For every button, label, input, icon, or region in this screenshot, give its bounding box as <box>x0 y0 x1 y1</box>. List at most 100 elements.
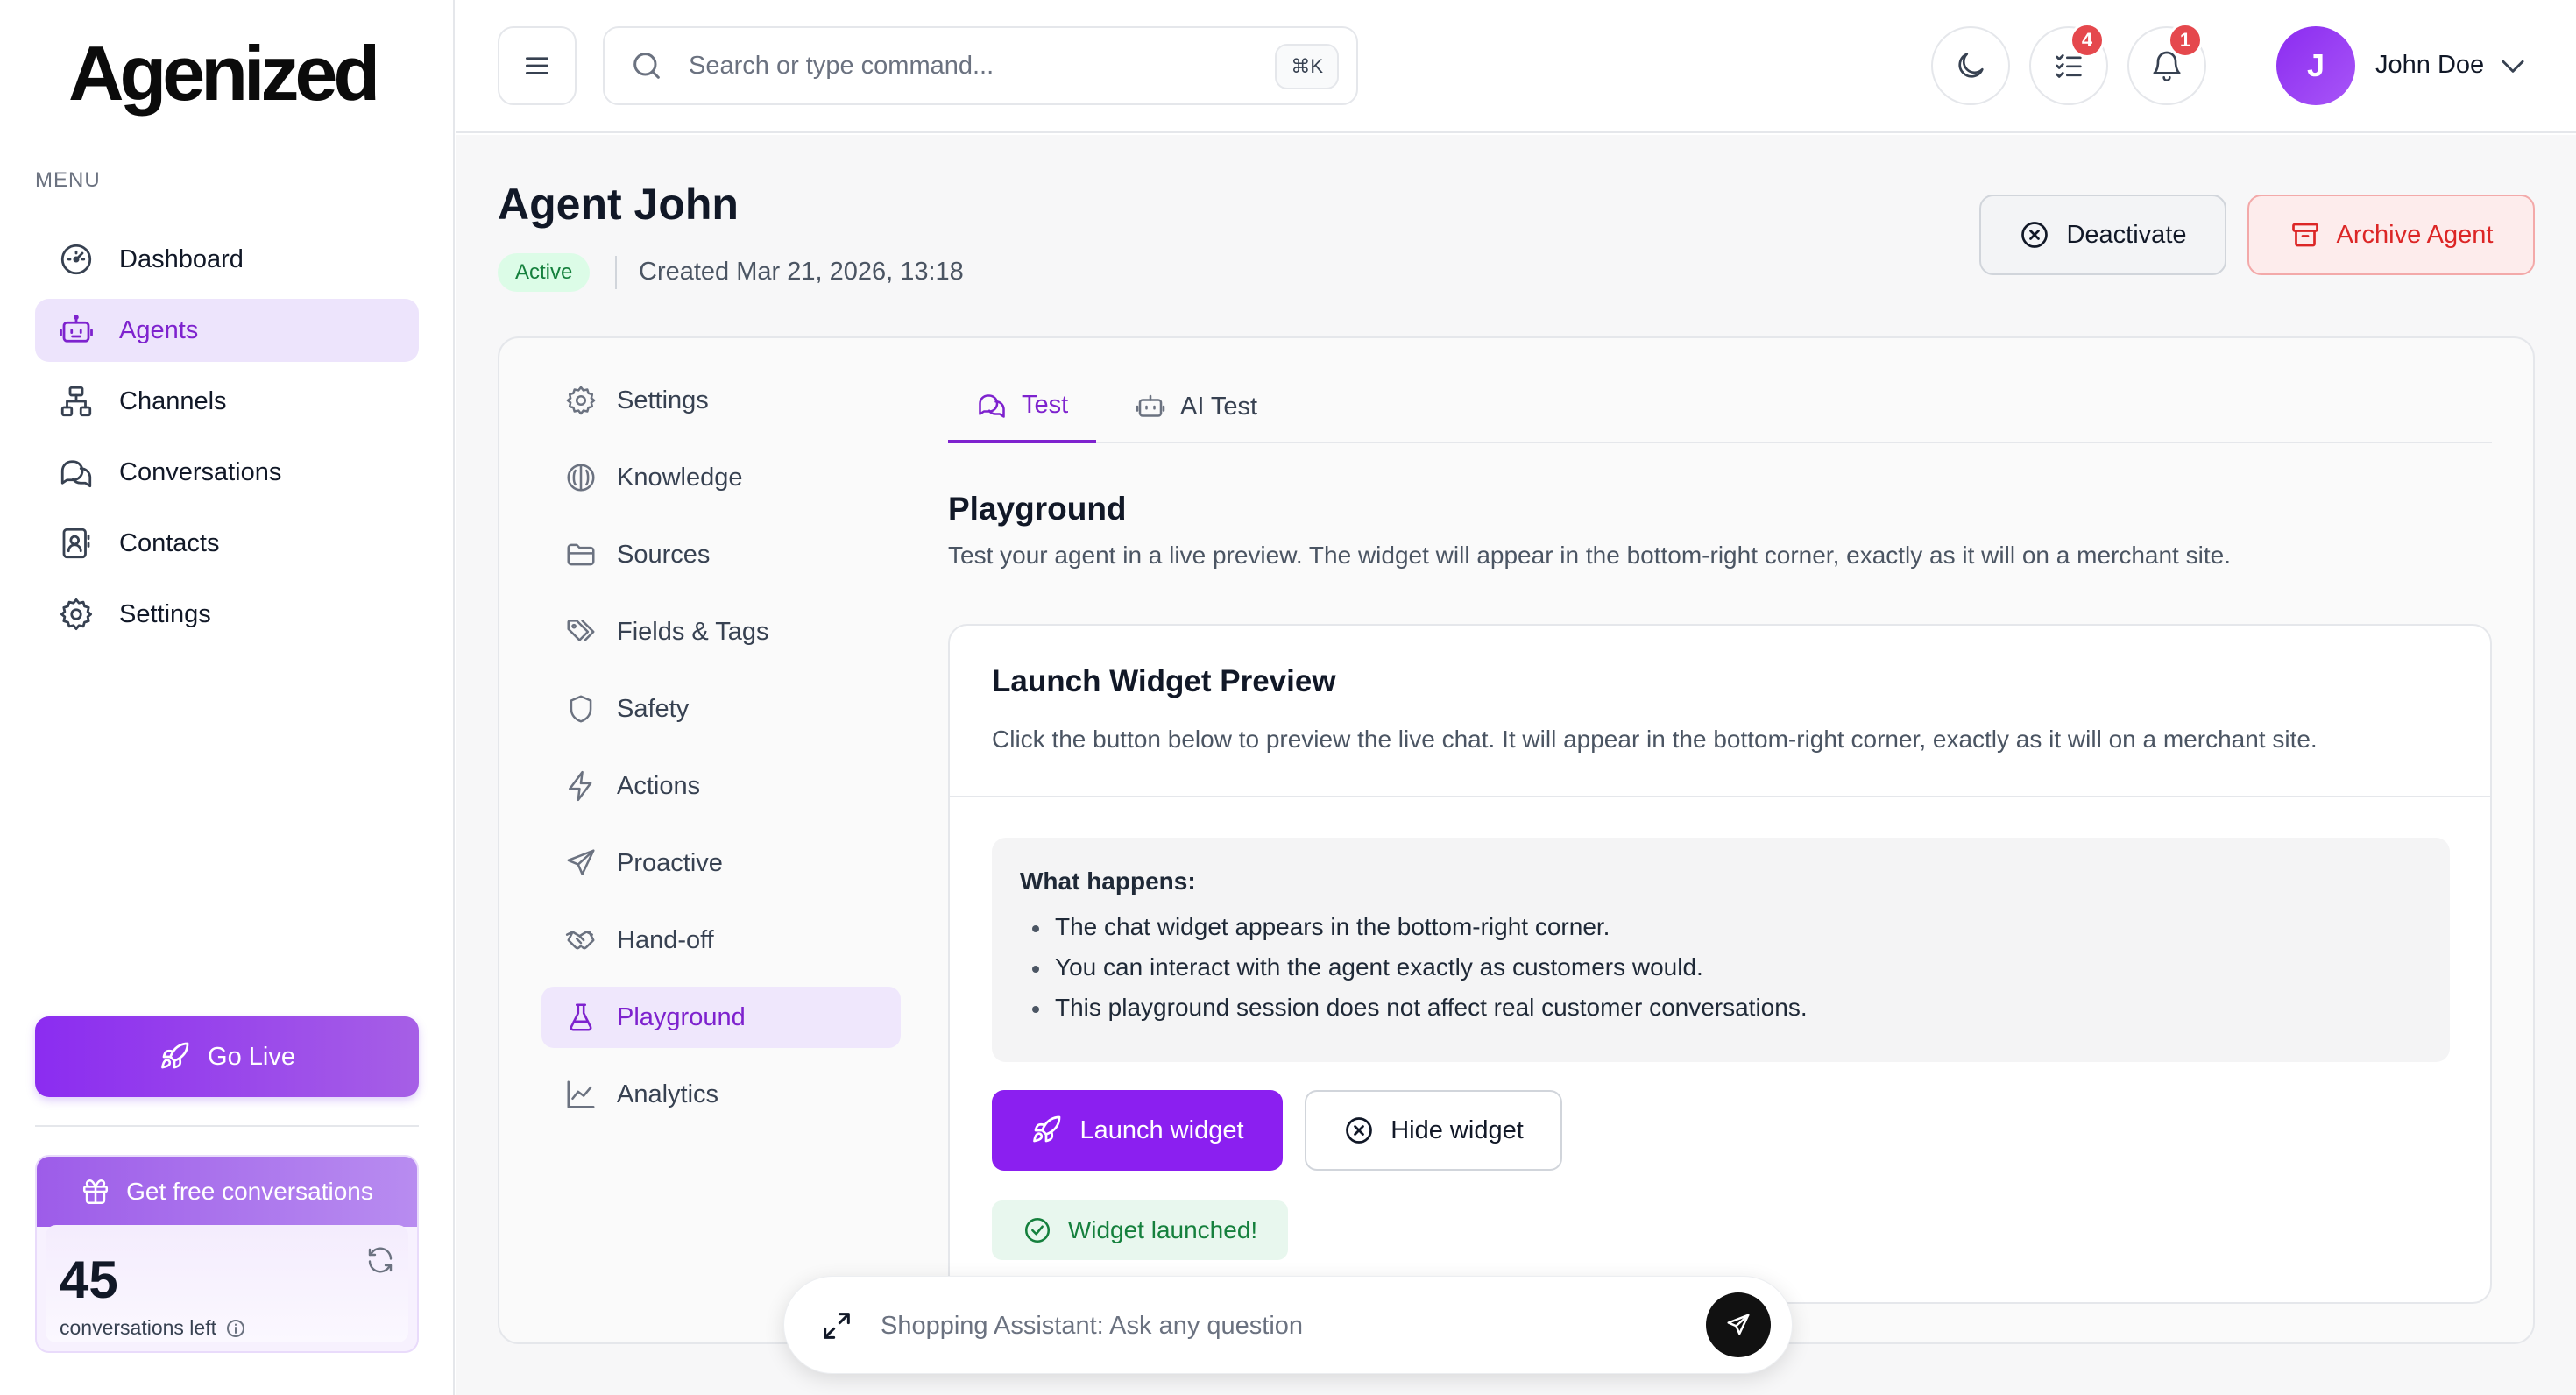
card-divider <box>950 796 2490 797</box>
hamburger-icon <box>520 48 555 83</box>
subnav-item-knowledge[interactable]: Knowledge <box>541 447 901 508</box>
sidebar-item-settings[interactable]: Settings <box>35 583 419 646</box>
go-live-label: Go Live <box>208 1042 295 1071</box>
subnav-item-label: Fields & Tags <box>617 617 769 646</box>
conversations-left-count: 45 <box>60 1250 118 1309</box>
main-nav: Dashboard Agents Channels Conversations … <box>35 228 419 654</box>
subnav-item-label: Playground <box>617 1002 746 1031</box>
subnav-item-label: Actions <box>617 771 701 800</box>
chat-widget <box>783 1276 1793 1374</box>
conversations-left-label: conversations left <box>60 1316 246 1340</box>
sidebar: Agenized MENU Dashboard Agents Channels … <box>0 0 455 1395</box>
playground-content: Test AI Test Playground Test your agent … <box>948 370 2492 1304</box>
tab-test[interactable]: Test <box>948 370 1097 443</box>
conversations-left-text: conversations left <box>60 1316 216 1339</box>
free-conversations-card: Get free conversations 45 conversations … <box>35 1155 419 1353</box>
subnav-item-proactive[interactable]: Proactive <box>541 832 901 894</box>
list-item: You can interact with the agent exactly … <box>1020 953 2422 981</box>
sidebar-item-label: Dashboard <box>119 244 244 273</box>
go-live-button[interactable]: Go Live <box>35 1016 419 1097</box>
card-title: Launch Widget Preview <box>992 664 1336 698</box>
notifications-button[interactable]: 1 <box>2127 23 2206 105</box>
notifications-count-badge: 1 <box>2168 23 2203 58</box>
subnav-item-settings[interactable]: Settings <box>541 370 901 431</box>
expand-icon[interactable] <box>819 1308 854 1343</box>
info-list: The chat widget appears in the bottom-ri… <box>1020 913 2422 1022</box>
tab-ai-test[interactable]: AI Test <box>1135 370 1257 443</box>
promo-header-label: Get free conversations <box>126 1178 373 1205</box>
sidebar-item-label: Channels <box>119 386 227 415</box>
archive-label: Archive Agent <box>2336 220 2494 249</box>
sidebar-divider <box>35 1125 419 1127</box>
sidebar-item-dashboard[interactable]: Dashboard <box>35 228 419 291</box>
get-free-conversations-button[interactable]: Get free conversations <box>37 1157 417 1227</box>
card-description: Click the button below to preview the li… <box>992 726 2318 753</box>
handshake-icon <box>564 924 598 957</box>
subnav-item-analytics[interactable]: Analytics <box>541 1064 901 1125</box>
bot-icon <box>1135 391 1166 422</box>
sidebar-item-agents[interactable]: Agents <box>35 299 419 362</box>
search-shortcut-hint: ⌘K <box>1275 44 1339 89</box>
x-circle-icon <box>2019 219 2050 251</box>
check-circle-icon <box>1023 1215 1052 1245</box>
theme-toggle-button[interactable] <box>1931 26 2010 105</box>
tab-bar: Test AI Test <box>948 370 2492 443</box>
user-name[interactable]: John Doe <box>2375 51 2484 80</box>
list-item: The chat widget appears in the bottom-ri… <box>1020 913 2422 941</box>
app-logo[interactable]: Agenized <box>68 35 380 112</box>
deactivate-button[interactable]: Deactivate <box>1979 195 2226 275</box>
promo-body: 45 conversations left <box>46 1225 408 1342</box>
sidebar-item-label: Agents <box>119 315 199 344</box>
launch-widget-label: Launch widget <box>1079 1115 1244 1144</box>
playground-description: Test your agent in a live preview. The w… <box>948 542 2231 569</box>
sidebar-item-label: Contacts <box>119 528 220 557</box>
archive-agent-button[interactable]: Archive Agent <box>2247 195 2535 275</box>
tab-label: AI Test <box>1180 392 1258 421</box>
tags-icon <box>564 615 598 648</box>
subnav-item-hand-off[interactable]: Hand-off <box>541 910 901 971</box>
refresh-icon[interactable] <box>364 1244 396 1276</box>
sidebar-item-contacts[interactable]: Contacts <box>35 512 419 575</box>
avatar[interactable]: J <box>2276 26 2355 105</box>
agent-subnav: Settings Knowledge Sources Fields & Tags… <box>541 370 901 1141</box>
search-input[interactable] <box>689 51 1249 81</box>
subnav-item-label: Safety <box>617 694 690 723</box>
menu-toggle-button[interactable] <box>498 26 577 105</box>
shield-icon <box>564 692 598 726</box>
chevron-down-icon[interactable] <box>2496 49 2530 82</box>
rocket-icon <box>159 1041 190 1073</box>
main-content: Agent John Active Created Mar 21, 2026, … <box>456 135 2576 1395</box>
playground-title: Playground <box>948 491 1127 527</box>
dashboard-icon <box>58 241 95 278</box>
send-button[interactable] <box>1706 1292 1771 1357</box>
sidebar-item-label: Conversations <box>119 457 282 486</box>
info-icon[interactable] <box>225 1318 246 1339</box>
sidebar-item-conversations[interactable]: Conversations <box>35 441 419 504</box>
subnav-item-safety[interactable]: Safety <box>541 678 901 740</box>
info-title: What happens: <box>1020 867 1196 895</box>
widget-launched-status: Widget launched! <box>992 1200 1288 1260</box>
subnav-item-label: Settings <box>617 386 709 414</box>
tab-label: Test <box>1022 390 1069 419</box>
subnav-item-label: Sources <box>617 540 711 569</box>
send-icon <box>564 846 598 880</box>
status-badge: Active <box>498 253 591 292</box>
list-item: This playground session does not affect … <box>1020 994 2422 1022</box>
chat-input[interactable] <box>881 1303 1669 1349</box>
subnav-item-actions[interactable]: Actions <box>541 755 901 817</box>
tasks-button[interactable]: 4 <box>2029 23 2108 105</box>
sidebar-item-channels[interactable]: Channels <box>35 370 419 433</box>
launch-widget-button[interactable]: Launch widget <box>992 1090 1283 1171</box>
bot-icon <box>58 312 95 349</box>
subnav-item-playground[interactable]: Playground <box>541 987 901 1048</box>
subnav-item-sources[interactable]: Sources <box>541 524 901 585</box>
folder-icon <box>564 538 598 571</box>
x-circle-icon <box>1343 1115 1375 1146</box>
hide-widget-button[interactable]: Hide widget <box>1305 1090 1562 1171</box>
subnav-item-label: Hand-off <box>617 925 714 954</box>
gear-icon <box>564 384 598 417</box>
what-happens-box: What happens: The chat widget appears in… <box>992 838 2450 1062</box>
rocket-icon <box>1030 1115 1062 1146</box>
hide-widget-label: Hide widget <box>1391 1115 1524 1144</box>
subnav-item-fields-tags[interactable]: Fields & Tags <box>541 601 901 662</box>
